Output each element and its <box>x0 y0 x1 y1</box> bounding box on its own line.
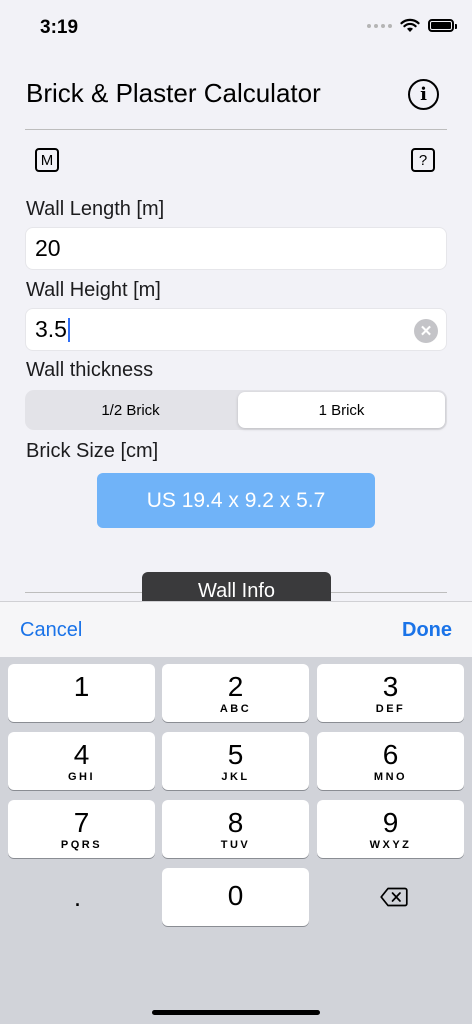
header-divider <box>25 129 447 130</box>
done-button[interactable]: Done <box>402 619 452 642</box>
segment-half-brick[interactable]: 1/2 Brick <box>27 392 234 428</box>
key-3[interactable]: 3 DEF <box>317 664 464 722</box>
key-1[interactable]: 1 <box>8 664 155 722</box>
key-digit: 4 <box>73 739 90 770</box>
key-digit: 3 <box>382 671 399 702</box>
key-digit: 5 <box>227 739 244 770</box>
wall-length-value: 20 <box>35 235 61 261</box>
help-icon[interactable]: ? <box>411 148 435 172</box>
segment-one-brick[interactable]: 1 Brick <box>238 392 445 428</box>
key-9[interactable]: 9 WXYZ <box>317 800 464 858</box>
key-digit: 7 <box>73 807 90 838</box>
info-icon[interactable]: i <box>408 79 439 110</box>
brick-size-label: Brick Size [cm] <box>26 440 159 462</box>
key-digit: 1 <box>73 671 90 702</box>
key-letters: TUV <box>220 839 251 851</box>
key-digit: 0 <box>227 880 244 911</box>
wall-length-input[interactable]: 20 <box>25 227 447 270</box>
wall-height-label: Wall Height [m] <box>26 279 161 301</box>
page-title: Brick & Plaster Calculator <box>26 78 321 108</box>
key-digit: 8 <box>227 807 244 838</box>
key-decimal[interactable]: . <box>4 868 151 926</box>
m-icon[interactable]: M <box>35 148 59 172</box>
key-digit: 2 <box>227 671 244 702</box>
keyboard-toolbar: Cancel Done <box>0 601 472 657</box>
home-indicator <box>152 1010 320 1015</box>
key-letters: WXYZ <box>369 839 412 851</box>
wall-length-label: Wall Length [m] <box>26 198 165 220</box>
key-7[interactable]: 7 PQRS <box>8 800 155 858</box>
clear-icon[interactable]: ✕ <box>414 319 438 343</box>
status-indicators <box>367 18 457 33</box>
battery-icon <box>428 19 457 32</box>
key-letters: MNO <box>373 771 408 783</box>
wifi-icon <box>400 18 420 32</box>
key-letters: ABC <box>219 703 252 715</box>
key-2[interactable]: 2 ABC <box>162 664 309 722</box>
signal-icon <box>367 23 392 28</box>
wall-height-input[interactable]: 3.5 ✕ <box>25 308 447 351</box>
wall-thickness-segmented-control: 1/2 Brick 1 Brick <box>25 390 447 430</box>
numeric-keypad: 1 2 ABC 3 DEF 4 GHI 5 JKL 6 MNO 7 PQRS 8 TUV 9W… <box>0 657 472 1024</box>
key-letters: PQRS <box>60 839 103 851</box>
key-digit: 9 <box>382 807 399 838</box>
key-letters: DEF <box>375 703 406 715</box>
key-5[interactable]: 5 JKL <box>162 732 309 790</box>
brick-size-button[interactable]: US 19.4 x 9.2 x 5.7 <box>97 473 375 528</box>
key-letters: JKL <box>221 771 250 783</box>
status-time: 3:19 <box>40 17 79 38</box>
key-0[interactable]: 0 <box>162 868 309 926</box>
key-6[interactable]: 6 MNO <box>317 732 464 790</box>
backspace-icon <box>379 887 408 907</box>
key-8[interactable]: 8 TUV <box>162 800 309 858</box>
key-digit: 6 <box>382 739 399 770</box>
backspace-key[interactable] <box>320 868 467 926</box>
wall-thickness-label: Wall thickness <box>26 359 154 381</box>
cancel-button[interactable]: Cancel <box>20 619 82 642</box>
wall-height-value: 3.5 <box>35 316 67 342</box>
key-letters: GHI <box>67 771 96 783</box>
key-4[interactable]: 4 GHI <box>8 732 155 790</box>
text-cursor <box>67 317 70 342</box>
